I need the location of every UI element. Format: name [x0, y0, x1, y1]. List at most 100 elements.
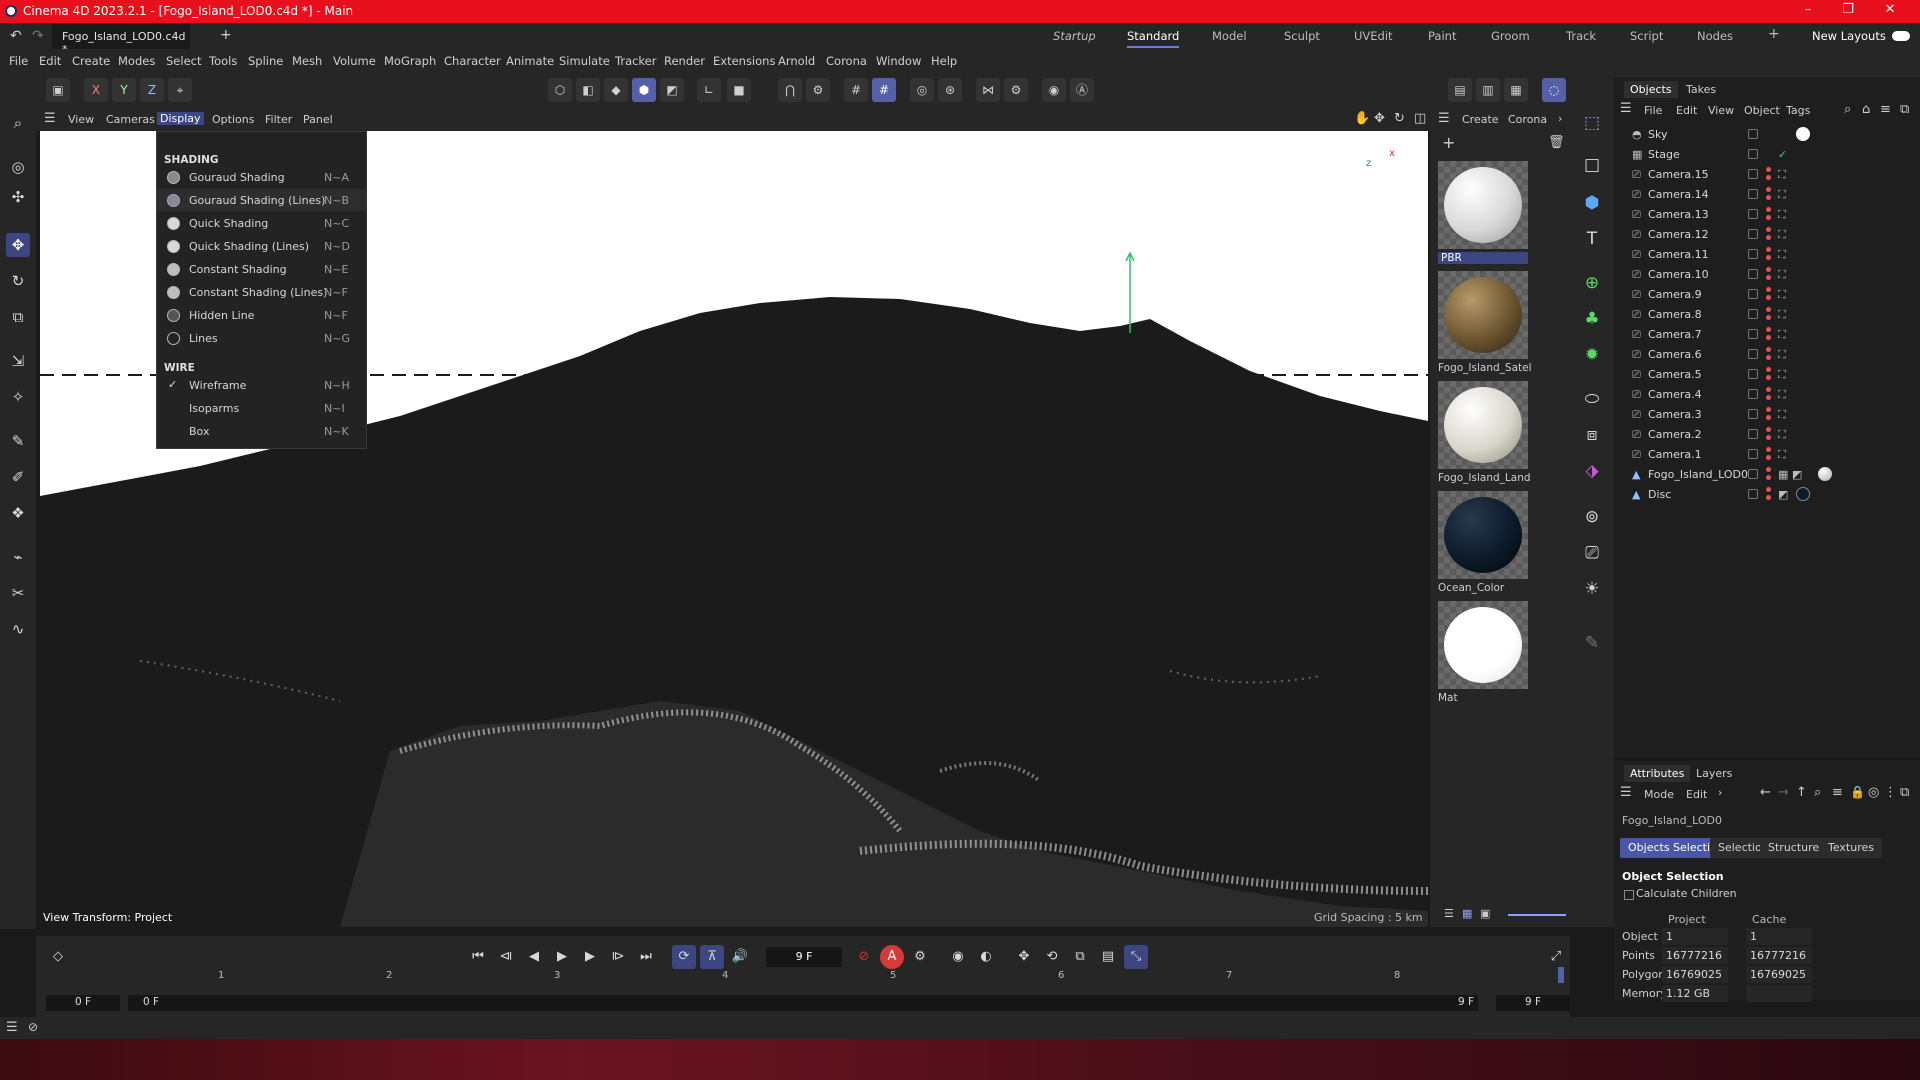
menu-item-hidden-line[interactable]: Hidden Line N~F: [157, 304, 366, 326]
visibility-dot[interactable]: [1766, 167, 1771, 172]
render-settings-icon[interactable]: ⊛: [938, 78, 962, 102]
material-tag-icon[interactable]: [1796, 487, 1810, 501]
list-item[interactable]: ▲ Fogo_Island_LOD0 ▦ ◩: [1614, 464, 1920, 484]
chevron-right-icon[interactable]: ›: [1558, 112, 1562, 125]
list-item[interactable]: ⎚ Camera.6 ⛶: [1614, 344, 1920, 364]
minimize-icon[interactable]: –: [1796, 2, 1820, 17]
visibility-dot[interactable]: [1766, 327, 1771, 332]
visibility-dot[interactable]: [1766, 235, 1771, 240]
cloner-icon[interactable]: ♣: [1578, 305, 1606, 333]
menu-arnold[interactable]: Arnold: [778, 54, 815, 68]
checkbox[interactable]: [1748, 229, 1758, 239]
tab-takes[interactable]: Takes: [1686, 83, 1716, 96]
render-settings-button-icon[interactable]: ▦: [1504, 78, 1528, 102]
material-swatch-fogo-island-land[interactable]: [1438, 381, 1528, 469]
settings-icon[interactable]: ⚙: [806, 78, 830, 102]
live-select-icon[interactable]: ✣: [6, 185, 30, 209]
transfer-tool-icon[interactable]: ⇲: [6, 349, 30, 373]
menu-select[interactable]: Select: [166, 54, 201, 68]
lock-icon[interactable]: 🔒: [1850, 785, 1865, 799]
generator-icon[interactable]: ⊕: [1578, 269, 1606, 297]
protection-tag-icon[interactable]: ⛶: [1778, 428, 1786, 442]
list-item[interactable]: ⎚ Camera.1 ⛶: [1614, 444, 1920, 464]
list-item[interactable]: ⎚ Camera.15 ⛶: [1614, 164, 1920, 184]
coordinate-system-icon[interactable]: ⌖: [168, 78, 192, 102]
spline-smooth-icon[interactable]: ∿: [6, 617, 30, 641]
end-frame-field[interactable]: 9 F: [1496, 995, 1570, 1011]
visibility-dot[interactable]: [1766, 415, 1771, 420]
menu-item-isoparms[interactable]: Isoparms N~I: [157, 397, 366, 419]
layout-script[interactable]: Script: [1630, 29, 1663, 43]
polygons-mode-icon[interactable]: ◆: [604, 78, 628, 102]
start-frame-field[interactable]: 0 F: [46, 995, 120, 1011]
playhead[interactable]: [1558, 967, 1564, 983]
range-start-field[interactable]: 0 F: [128, 995, 1478, 1011]
brush-icon[interactable]: ⌁: [6, 545, 30, 569]
visibility-icon[interactable]: ◉: [1042, 78, 1066, 102]
tab-objects[interactable]: Objects: [1624, 81, 1678, 98]
visibility-dot[interactable]: [1766, 247, 1771, 252]
lock-x-button[interactable]: X: [84, 78, 108, 102]
visibility-dot[interactable]: [1766, 367, 1771, 372]
visibility-dot[interactable]: [1766, 435, 1771, 440]
sketch-icon[interactable]: ✐: [6, 465, 30, 489]
menu-mograph[interactable]: MoGraph: [384, 54, 436, 68]
close-icon[interactable]: ✕: [1878, 2, 1902, 17]
objects-menu-view[interactable]: View: [1708, 104, 1734, 117]
visibility-dot[interactable]: [1766, 207, 1771, 212]
layout-nodes[interactable]: Nodes: [1697, 29, 1733, 43]
subtab-textures[interactable]: Textures: [1820, 838, 1882, 858]
visibility-dot[interactable]: [1766, 175, 1771, 180]
checkbox[interactable]: [1748, 369, 1758, 379]
cube-object-icon[interactable]: □: [1578, 151, 1606, 179]
protection-tag-icon[interactable]: ⛶: [1778, 288, 1786, 302]
spline-pen-icon[interactable]: ✎: [6, 429, 30, 453]
subtab-structure[interactable]: Structure: [1760, 838, 1828, 858]
menu-extensions[interactable]: Extensions: [713, 54, 775, 68]
playback-mode-icon[interactable]: ⊼: [700, 945, 724, 969]
protection-tag-icon[interactable]: ⛶: [1778, 168, 1786, 182]
layout-paint[interactable]: Paint: [1428, 29, 1456, 43]
layout-standard[interactable]: Standard: [1127, 29, 1180, 48]
attributes-menu-mode[interactable]: Mode: [1644, 788, 1674, 801]
checkbox[interactable]: [1748, 129, 1758, 139]
material-name[interactable]: Fogo_Island_Satel: [1438, 362, 1568, 374]
snap-icon[interactable]: #: [844, 78, 868, 102]
visibility-dot[interactable]: [1766, 467, 1771, 472]
visibility-dot[interactable]: [1766, 447, 1771, 452]
list-item[interactable]: ⎚ Camera.5 ⛶: [1614, 364, 1920, 384]
sound-icon[interactable]: 🔊: [728, 945, 752, 969]
material-swatch-mat[interactable]: [1438, 601, 1528, 689]
back-arrow-icon[interactable]: ←: [1760, 785, 1771, 800]
add-layout-button[interactable]: +: [1768, 26, 1780, 42]
menu-item-quick-shading-lines[interactable]: Quick Shading (Lines) N~D: [157, 235, 366, 257]
visibility-dot[interactable]: [1766, 355, 1771, 360]
placement-tool-icon[interactable]: ✧: [6, 385, 30, 409]
material-name[interactable]: Mat: [1438, 692, 1568, 704]
uv-mode-icon[interactable]: ◩: [660, 78, 684, 102]
viewport-menu-display[interactable]: Display: [157, 112, 204, 125]
visibility-dot[interactable]: [1766, 387, 1771, 392]
hamburger-icon[interactable]: ☰: [6, 1020, 18, 1035]
menu-item-quick-shading[interactable]: Quick Shading N~C: [157, 212, 366, 234]
chevron-right-icon[interactable]: ›: [1718, 786, 1722, 799]
checkbox[interactable]: [1748, 149, 1758, 159]
render-view-icon[interactable]: ▤: [1448, 78, 1472, 102]
menu-animate[interactable]: Animate: [506, 54, 554, 68]
go-to-end-icon[interactable]: ⏭: [634, 945, 658, 969]
checkbox[interactable]: [1748, 409, 1758, 419]
autokey-button[interactable]: A: [880, 945, 904, 969]
menu-item-box[interactable]: Box N~K: [157, 420, 366, 442]
previous-key-icon[interactable]: ⧏: [494, 945, 518, 969]
objects-menu-tags[interactable]: Tags: [1786, 104, 1810, 117]
forward-arrow-icon[interactable]: →: [1778, 785, 1789, 800]
text-object-icon[interactable]: T: [1578, 225, 1606, 253]
volume-icon[interactable]: ⬗: [1578, 457, 1606, 485]
visibility-dot[interactable]: [1766, 487, 1771, 492]
new-layouts-button[interactable]: New Layouts: [1812, 29, 1886, 43]
material-name[interactable]: Fogo_Island_Land: [1438, 472, 1568, 484]
checkbox[interactable]: [1748, 209, 1758, 219]
list-view-icon[interactable]: ☰: [1444, 907, 1454, 920]
checkbox[interactable]: [1748, 389, 1758, 399]
materials-create-menu[interactable]: Create: [1462, 113, 1499, 126]
